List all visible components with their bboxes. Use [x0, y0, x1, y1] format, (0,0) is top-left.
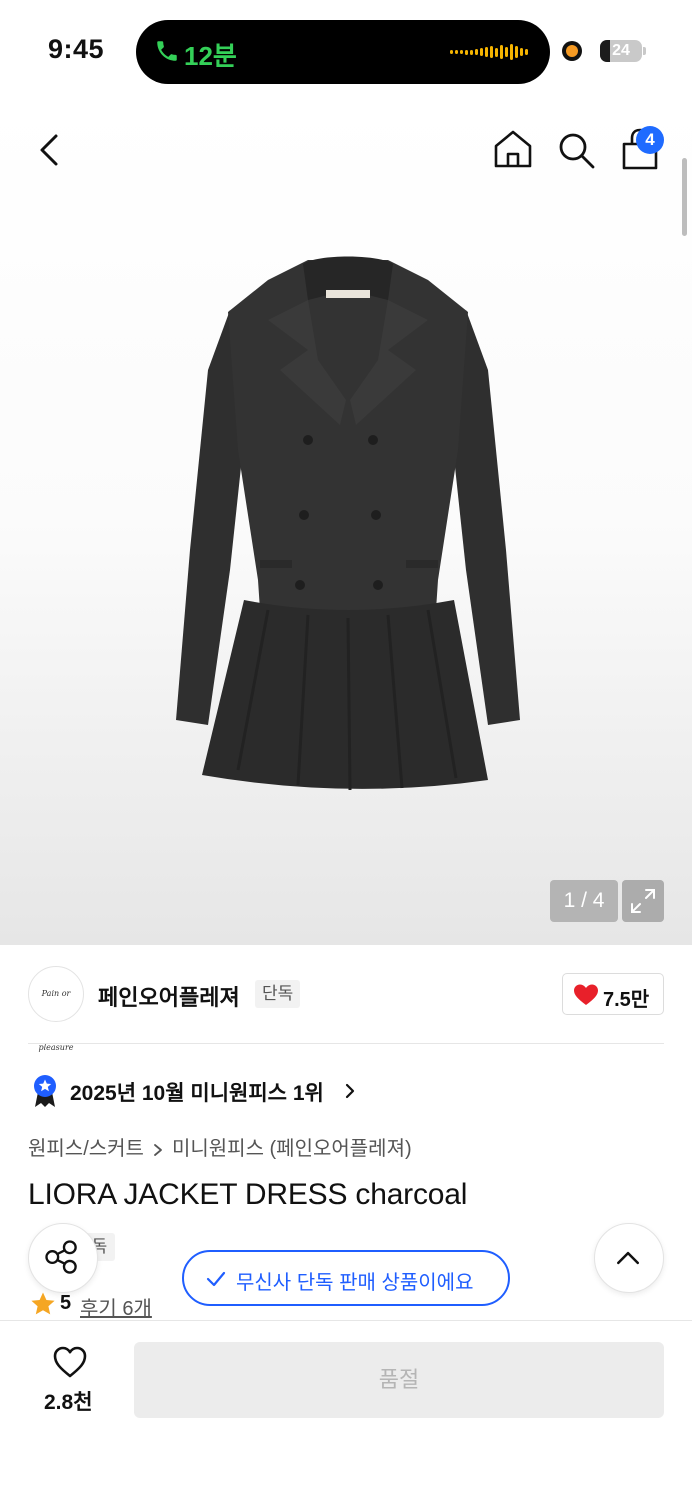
heart-outline-icon[interactable] [52, 1345, 88, 1379]
scroll-to-top-button[interactable] [594, 1223, 664, 1293]
wish-count: 2.8천 [44, 1391, 93, 1414]
ranking-medal-icon [34, 1075, 56, 1107]
back-chevron-icon[interactable] [30, 128, 70, 172]
expand-icon[interactable] [622, 880, 664, 922]
ranking-link[interactable]: 2025년 10월 미니원피스 1위 [70, 1077, 324, 1107]
breadcrumb-subcategory[interactable]: 미니원피스 (페인오어플레져) [172, 1138, 412, 1160]
chevron-right-icon [345, 1083, 355, 1099]
check-icon [206, 1271, 226, 1287]
search-icon[interactable] [556, 130, 596, 170]
share-icon [45, 1240, 77, 1274]
share-button[interactable] [28, 1223, 98, 1293]
home-icon[interactable] [492, 128, 534, 170]
battery-tip [643, 47, 646, 55]
toast-message: 무신사 단독 판매 상품이에요 [236, 1272, 474, 1294]
image-pager: 1 / 4 [550, 880, 618, 922]
star-icon [31, 1292, 55, 1315]
status-bar: 9:45 12분 24 [0, 0, 692, 100]
heart-filled-icon [574, 984, 598, 1005]
dynamic-island-call[interactable]: 12분 [136, 20, 550, 84]
brand-exclusive-tag: 단독 [255, 980, 301, 1008]
chevron-right-icon [154, 1143, 162, 1156]
chevron-up-icon [617, 1251, 640, 1265]
call-duration: 12분 [184, 41, 237, 71]
product-title: LIORA JACKET DRESS charcoal [28, 1178, 468, 1211]
phone-icon [157, 41, 177, 61]
divider [28, 1043, 664, 1044]
review-link[interactable]: 후기 6개 [80, 1292, 152, 1321]
recording-indicator-icon [562, 41, 582, 61]
brand-like-count: 7.5만 [603, 989, 650, 1011]
cart-count-badge: 4 [636, 126, 664, 154]
rating-value: 5 [60, 1292, 72, 1314]
breadcrumb: 원피스/스커트 미니원피스 (페인오어플레져) [28, 1132, 412, 1161]
audio-wave-icon [450, 42, 528, 62]
battery-icon: 24 [600, 40, 642, 62]
product-image-dress [176, 256, 520, 791]
battery-level: 24 [612, 42, 630, 59]
breadcrumb-category[interactable]: 원피스/스커트 [28, 1138, 144, 1160]
brand-logo[interactable]: Pain or pleasure [28, 966, 84, 1052]
scrollbar[interactable] [682, 158, 687, 236]
sold-out-button[interactable]: 품절 [134, 1342, 664, 1418]
clock: 9:45 [48, 34, 105, 64]
brand-name[interactable]: 페인오어플레져 [98, 980, 240, 1012]
brand-like-button[interactable]: 7.5만 [562, 973, 664, 1015]
exclusive-sale-toast: 무신사 단독 판매 상품이에요 [182, 1250, 510, 1306]
